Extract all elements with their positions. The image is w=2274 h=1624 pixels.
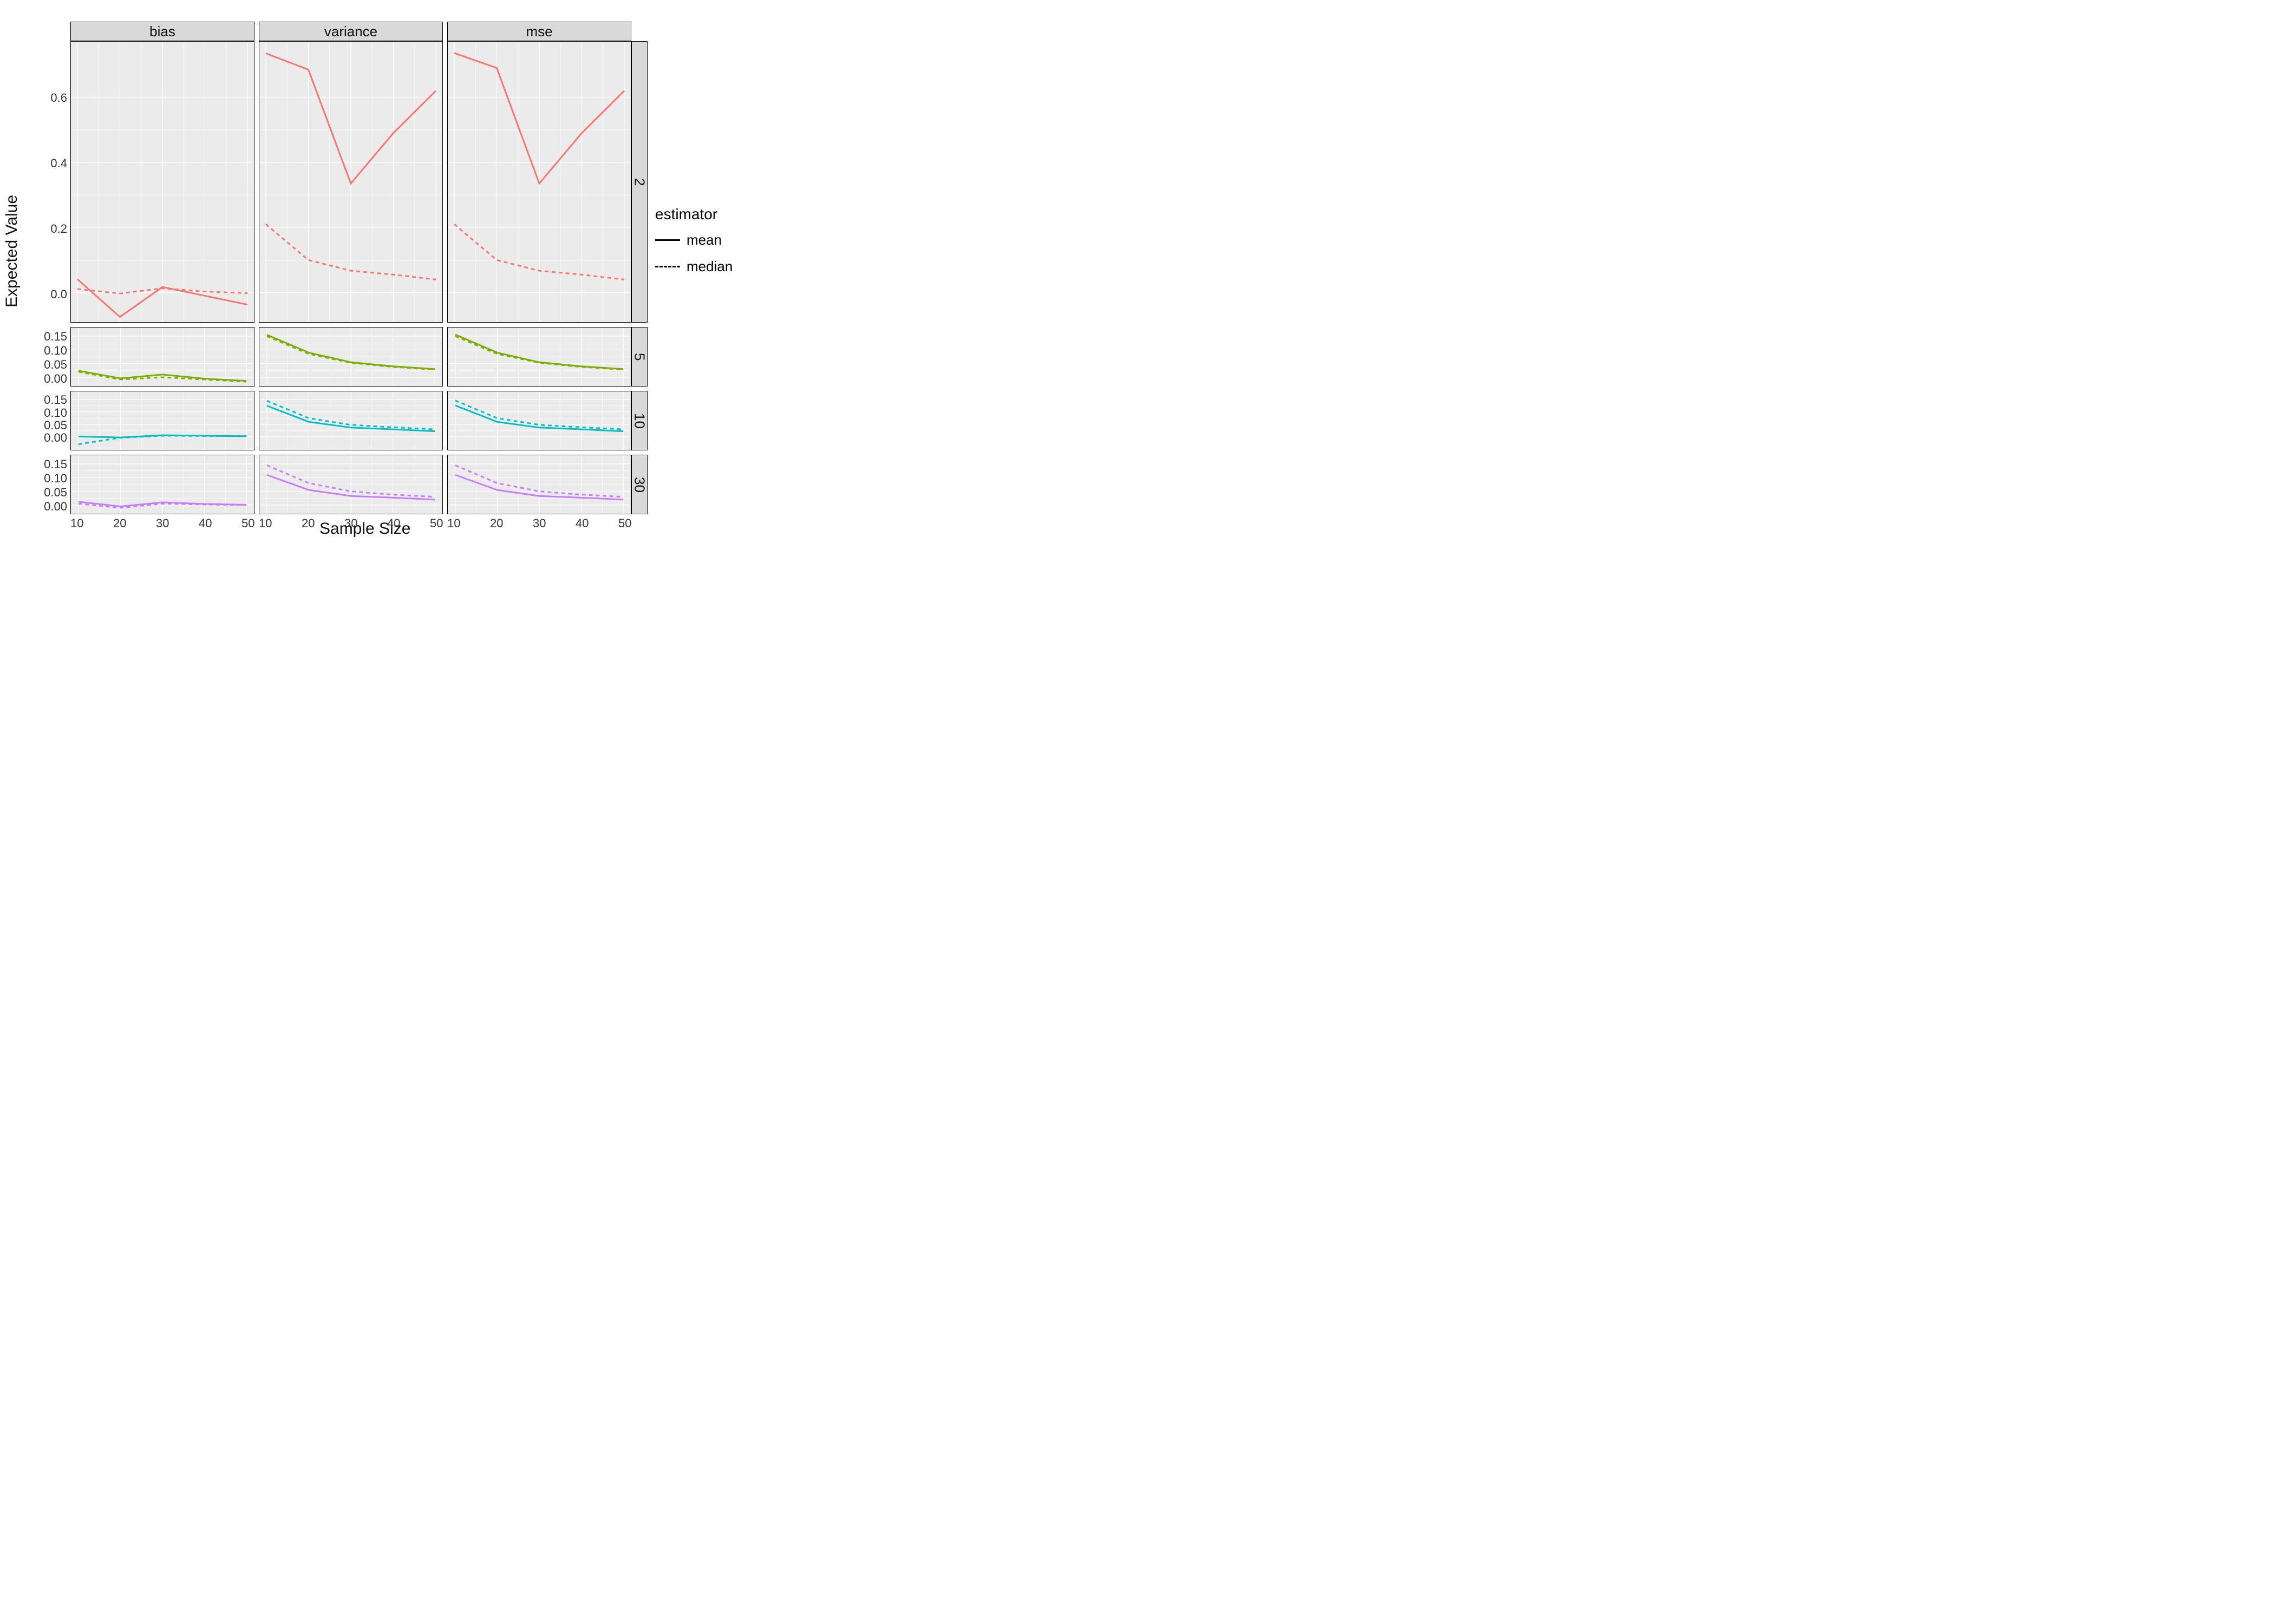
panel-variance-5 [259,327,443,387]
y-tick-label: 0.10 [29,406,67,420]
y-tick-label: 0.00 [29,500,67,514]
row-strip-10: 10 [631,391,648,450]
x-tick-label: 40 [576,516,589,531]
panel-bias-2 [70,41,254,323]
panel-variance-10 [259,391,443,450]
legend-key-dash [655,266,680,267]
legend-key-solid [655,239,680,241]
panel-mse-2 [447,41,631,323]
x-tick-label: 10 [70,516,83,531]
y-tick-label: 0.0 [29,287,67,302]
y-tick-label: 0.00 [29,431,67,445]
x-tick-label: 20 [302,516,315,531]
col-strip-label: variance [324,23,377,40]
x-tick-label: 20 [113,516,126,531]
x-tick-label: 50 [618,516,631,531]
chart-root: Expected Value Sample Size bias variance… [0,0,758,541]
y-tick-label: 0.2 [29,222,67,236]
row-strip-label: 30 [631,477,648,493]
panel-bias-30 [70,455,254,514]
y-tick-label: 0.15 [29,330,67,344]
legend-item-median: median [655,258,733,275]
panel-bias-5 [70,327,254,387]
legend-title: estimator [655,206,733,223]
x-tick-label: 10 [259,516,272,531]
x-tick-label: 30 [156,516,169,531]
x-tick-label: 40 [199,516,212,531]
x-tick-label: 50 [430,516,443,531]
x-tick-label: 50 [241,516,254,531]
row-strip-label: 10 [631,413,648,429]
y-tick-label: 0.15 [29,393,67,407]
row-strip-5: 5 [631,327,648,387]
panel-mse-5 [447,327,631,387]
y-tick-label: 0.05 [29,486,67,500]
row-strip-2: 2 [631,41,648,323]
row-strip-30: 30 [631,455,648,514]
y-tick-label: 0.4 [29,156,67,171]
row-strip-label: 2 [631,178,648,186]
legend-item-mean: mean [655,232,733,248]
y-tick-label: 0.6 [29,91,67,105]
panel-mse-10 [447,391,631,450]
col-strip-mse: mse [447,22,631,41]
x-tick-label: 10 [447,516,460,531]
col-strip-bias: bias [70,22,254,41]
panel-variance-2 [259,41,443,323]
row-strip-label: 5 [631,353,648,361]
x-tick-label: 40 [387,516,400,531]
x-tick-label: 30 [344,516,357,531]
y-tick-label: 0.10 [29,344,67,358]
panel-mse-30 [447,455,631,514]
y-tick-label: 0.00 [29,372,67,386]
y-tick-label: 0.05 [29,358,67,372]
legend: estimator mean median [655,206,733,285]
col-strip-label: mse [526,23,552,40]
x-tick-label: 30 [533,516,546,531]
col-strip-variance: variance [259,22,443,41]
x-tick-label: 20 [490,516,503,531]
legend-item-label: mean [687,232,722,248]
y-tick-label: 0.10 [29,472,67,486]
y-tick-label: 0.15 [29,457,67,472]
panel-variance-30 [259,455,443,514]
y-tick-label: 0.05 [29,418,67,433]
panel-bias-10 [70,391,254,450]
col-strip-label: bias [149,23,175,40]
legend-item-label: median [687,258,733,275]
y-axis-label: Expected Value [3,195,21,307]
